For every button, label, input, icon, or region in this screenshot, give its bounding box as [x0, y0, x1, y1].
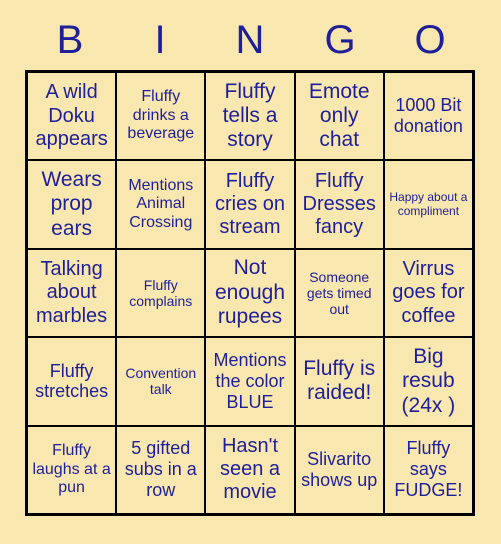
- bingo-cell-r1-c4[interactable]: Emote only chat: [295, 73, 383, 160]
- bingo-header-letter-i: I: [154, 18, 166, 62]
- bingo-header-letter-n: N: [235, 18, 265, 62]
- bingo-grid: A wild Doku appears Fluffy drinks a bever…: [25, 70, 475, 516]
- bingo-cell-r1-c3[interactable]: Fluffy tells a story: [206, 73, 294, 160]
- bingo-header-letter-g: G: [324, 18, 356, 62]
- bingo-cell-r3-c2[interactable]: Fluffy complains: [117, 249, 205, 337]
- bingo-header-letter-b: B: [56, 18, 84, 62]
- bingo-header-letter-o: O: [414, 18, 446, 62]
- bingo-card: B I N G O A wild Doku appears Fluffy drin…: [0, 0, 501, 544]
- bingo-cell-r2-c4[interactable]: Fluffy Dresses fancy: [295, 161, 383, 248]
- bingo-cell-r3-c3[interactable]: Not enough rupees: [206, 249, 294, 337]
- bingo-cell-r2-c5[interactable]: Happy about a compliment: [384, 161, 472, 248]
- bingo-cell-r3-c5[interactable]: Virrus goes for coffee: [384, 249, 472, 337]
- bingo-cell-r5-c3[interactable]: Hasn't seen a movie: [206, 426, 294, 513]
- bingo-cell-r1-c2[interactable]: Fluffy drinks a beverage: [117, 73, 205, 160]
- bingo-cell-r4-c2[interactable]: Convention talk: [117, 338, 205, 425]
- bingo-header: B I N G O: [25, 14, 475, 66]
- bingo-cell-r3-c1[interactable]: Talking about marbles: [28, 249, 116, 337]
- bingo-cell-r5-c5[interactable]: Fluffy says FUDGE!: [384, 426, 472, 513]
- bingo-cell-r1-c1[interactable]: A wild Doku appears: [28, 73, 116, 160]
- bingo-cell-r4-c4[interactable]: Fluffy is raided!: [295, 338, 383, 425]
- bingo-cell-r2-c3[interactable]: Fluffy cries on stream: [206, 161, 294, 248]
- bingo-cell-r3-c4[interactable]: Someone gets timed out: [295, 249, 383, 337]
- bingo-cell-r2-c1[interactable]: Wears prop ears: [28, 161, 116, 248]
- bingo-cell-r4-c3[interactable]: Mentions the color BLUE: [206, 338, 294, 425]
- bingo-cell-r4-c1[interactable]: Fluffy stretches: [28, 338, 116, 425]
- bingo-cell-r5-c4[interactable]: Slivarito shows up: [295, 426, 383, 513]
- bingo-cell-r4-c5[interactable]: Big resub (24x ): [384, 338, 472, 425]
- bingo-cell-r2-c2[interactable]: Mentions Animal Crossing: [117, 161, 205, 248]
- bingo-cell-r1-c5[interactable]: 1000 Bit donation: [384, 73, 472, 160]
- bingo-cell-r5-c2[interactable]: 5 gifted subs in a row: [117, 426, 205, 513]
- bingo-cell-r5-c1[interactable]: Fluffy laughs at a pun: [28, 426, 116, 513]
